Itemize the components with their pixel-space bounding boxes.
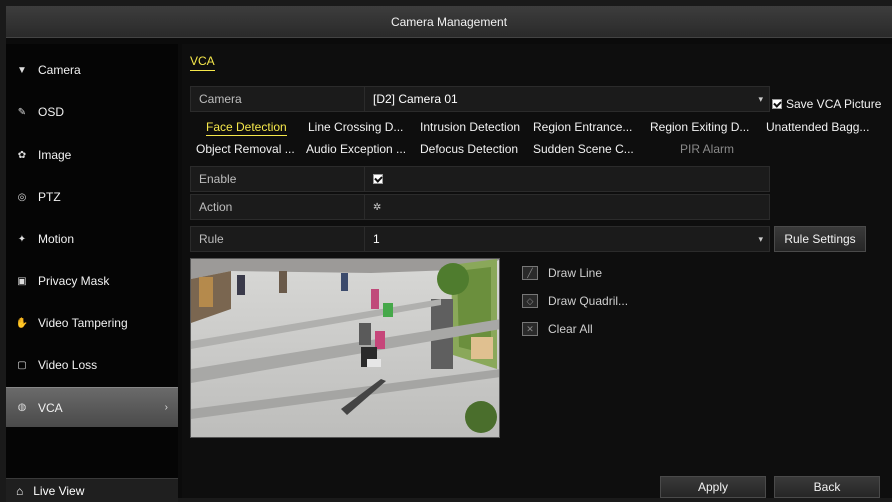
sidebar-item-video-loss[interactable]: ▢ Video Loss [6, 345, 178, 385]
tab-region-entrance-detection[interactable]: Region Entrance... [533, 120, 632, 134]
camera-value: [D2] Camera 01 [373, 92, 458, 106]
camera-preview[interactable] [190, 258, 500, 438]
live-view-button[interactable]: ⌂ Live View [6, 478, 178, 502]
sidebar-item-vca[interactable]: ◍ VCA › [6, 387, 178, 427]
tab-vca[interactable]: VCA [190, 54, 215, 71]
camera-icon: ▼ [17, 64, 27, 76]
back-button[interactable]: Back [774, 476, 880, 498]
sidebar-item-label: Motion [38, 232, 75, 246]
sidebar-item-video-tampering[interactable]: ✋ Video Tampering [6, 303, 178, 343]
tab-face-detection[interactable]: Face Detection [206, 120, 287, 136]
gear-icon: ✲ [373, 201, 382, 213]
rule-label: Rule [191, 227, 365, 251]
tab-intrusion-detection[interactable]: Intrusion Detection [420, 120, 520, 134]
privacy-mask-icon: ▣ [17, 275, 27, 287]
tab-line-crossing-detection[interactable]: Line Crossing D... [308, 120, 403, 134]
sidebar-item-privacy-mask[interactable]: ▣ Privacy Mask [6, 261, 178, 301]
sidebar-item-label: PTZ [38, 190, 61, 204]
enable-row: Enable [190, 166, 770, 192]
draw-line-button[interactable]: ╱ Draw Line [522, 266, 602, 280]
tab-object-removal[interactable]: Object Removal ... [196, 142, 295, 156]
video-tampering-icon: ✋ [15, 317, 29, 329]
sidebar-item-motion[interactable]: ✦ Motion [6, 219, 178, 259]
clear-all-icon: ✕ [522, 322, 538, 336]
draw-line-icon: ╱ [522, 266, 538, 280]
action-label: Action [191, 195, 365, 219]
ptz-icon: ◎ [17, 191, 27, 203]
chevron-down-icon: ▾ [758, 93, 763, 104]
camera-management-window: Camera Management ▼ Camera ✎ OSD ✿ Image… [6, 6, 892, 502]
tab-unattended-baggage[interactable]: Unattended Bagg... [766, 120, 869, 134]
action-settings[interactable]: ✲ [365, 195, 769, 219]
sidebar-item-label: Video Loss [38, 358, 98, 372]
sidebar-item-image[interactable]: ✿ Image [6, 135, 178, 175]
sidebar-item-label: VCA [38, 400, 63, 415]
sidebar-item-osd[interactable]: ✎ OSD [6, 92, 178, 132]
sidebar-item-camera[interactable]: ▼ Camera [6, 50, 178, 90]
save-vca-picture-label: Save VCA Picture [786, 97, 882, 111]
clear-all-button[interactable]: ✕ Clear All [522, 322, 593, 336]
sidebar-item-ptz[interactable]: ◎ PTZ [6, 177, 178, 217]
enable-checkbox[interactable] [365, 167, 769, 191]
action-row: Action ✲ [190, 194, 770, 220]
rule-settings-button[interactable]: Rule Settings [774, 226, 866, 252]
image-icon: ✿ [17, 149, 27, 161]
main-panel: VCA Camera [D2] Camera 01 ▾ Save VCA Pic… [182, 44, 892, 498]
motion-icon: ✦ [17, 233, 27, 245]
function-tabs: Face Detection Line Crossing D... Intrus… [182, 116, 892, 160]
camera-row: Camera [D2] Camera 01 ▾ [190, 86, 770, 112]
draw-quadrilateral-icon: ◇ [522, 294, 538, 308]
chevron-down-icon: ▾ [758, 233, 763, 244]
sidebar-item-label: Privacy Mask [38, 274, 110, 288]
rule-row: Rule 1 ▾ [190, 226, 770, 252]
sidebar-item-label: Image [38, 148, 72, 162]
chevron-right-icon: › [164, 402, 168, 413]
save-vca-picture-checkbox[interactable]: Save VCA Picture [772, 97, 881, 111]
enable-label: Enable [191, 167, 365, 191]
osd-icon: ✎ [17, 106, 27, 118]
draw-line-label: Draw Line [548, 266, 603, 280]
vca-icon: ◍ [17, 402, 27, 413]
rule-select[interactable]: 1 ▾ [365, 227, 769, 251]
checkbox-checked-icon [772, 99, 782, 109]
checkbox-checked-icon [373, 174, 383, 184]
draw-quadrilateral-button[interactable]: ◇ Draw Quadril... [522, 294, 628, 308]
video-loss-icon: ▢ [17, 359, 27, 371]
home-icon: ⌂ [16, 483, 24, 498]
rule-value: 1 [373, 232, 380, 246]
camera-preview-image [191, 259, 499, 437]
sidebar-item-label: Camera [38, 63, 81, 77]
tab-region-exiting-detection[interactable]: Region Exiting D... [650, 120, 749, 134]
draw-quadrilateral-label: Draw Quadril... [548, 294, 629, 308]
sidebar: ▼ Camera ✎ OSD ✿ Image ◎ PTZ ✦ Motion ▣ … [6, 44, 178, 502]
camera-label: Camera [191, 87, 365, 111]
tab-defocus-detection[interactable]: Defocus Detection [420, 142, 518, 156]
camera-select[interactable]: [D2] Camera 01 ▾ [365, 87, 769, 111]
tab-sudden-scene-change[interactable]: Sudden Scene C... [533, 142, 634, 156]
live-view-label: Live View [33, 483, 85, 498]
sidebar-item-label: OSD [38, 105, 65, 119]
tab-audio-exception[interactable]: Audio Exception ... [306, 142, 406, 156]
apply-button[interactable]: Apply [660, 476, 766, 498]
window-title: Camera Management [6, 6, 892, 38]
clear-all-label: Clear All [548, 322, 593, 336]
sidebar-item-label: Video Tampering [38, 316, 128, 330]
tab-pir-alarm: PIR Alarm [680, 142, 735, 156]
